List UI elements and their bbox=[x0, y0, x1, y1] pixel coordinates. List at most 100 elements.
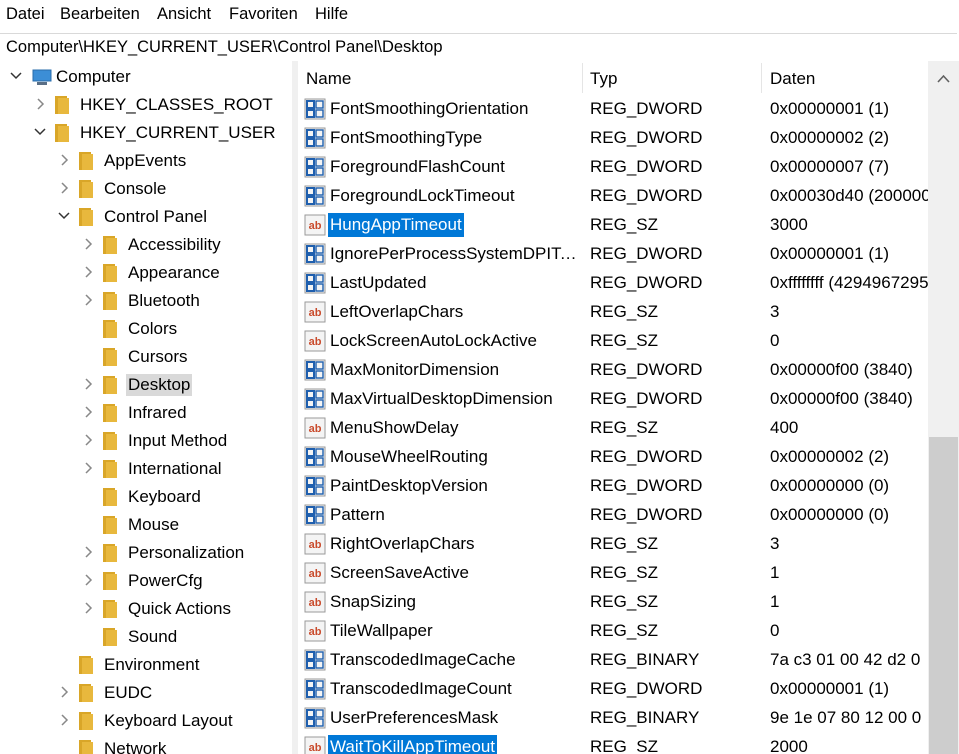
chevron-right-icon[interactable] bbox=[80, 292, 96, 308]
tree-item-keyboard[interactable]: Keyboard bbox=[80, 484, 292, 510]
tree-item-bluetooth[interactable]: Bluetooth bbox=[80, 288, 292, 314]
chevron-down-icon[interactable] bbox=[8, 68, 24, 84]
table-row[interactable]: IgnorePerProcessSystemDPIToast REG_DWORD 0… bbox=[298, 240, 928, 269]
table-row[interactable]: Pattern REG_DWORD 0x00000000 (0) bbox=[298, 501, 928, 530]
table-row[interactable]: ab LockScreenAutoLockActive REG_SZ 0 bbox=[298, 327, 928, 356]
folder-icon bbox=[102, 291, 118, 311]
tree-item-input-method[interactable]: Input Method bbox=[80, 428, 292, 454]
tree-item-environment[interactable]: Environment bbox=[56, 652, 292, 678]
menu-item-datei[interactable]: Datei bbox=[6, 5, 45, 24]
folder-icon bbox=[54, 95, 70, 115]
address-bar[interactable]: Computer\HKEY_CURRENT_USER\Control Panel… bbox=[0, 33, 957, 62]
value-data: 7a c3 01 00 42 d2 0 bbox=[770, 650, 921, 669]
chevron-right-icon[interactable] bbox=[80, 460, 96, 476]
table-row[interactable]: ab RightOverlapChars REG_SZ 3 bbox=[298, 530, 928, 559]
chevron-right-icon[interactable] bbox=[32, 96, 48, 112]
chevron-right-icon[interactable] bbox=[80, 544, 96, 560]
table-row[interactable]: FontSmoothingType REG_DWORD 0x00000002 (2) bbox=[298, 124, 928, 153]
binary-value-icon bbox=[304, 185, 326, 207]
table-row[interactable]: MaxVirtualDesktopDimension REG_DWORD 0x000… bbox=[298, 385, 928, 414]
value-type: REG_SZ bbox=[590, 737, 659, 754]
chevron-down-icon[interactable] bbox=[56, 208, 72, 224]
tree-item-console[interactable]: Console bbox=[56, 176, 292, 202]
tree-item-hkey-classes-root[interactable]: HKEY_CLASSES_ROOT bbox=[32, 92, 292, 118]
menu-item-bearbeiten[interactable]: Bearbeiten bbox=[60, 5, 140, 24]
column-header-name[interactable]: Name bbox=[298, 61, 582, 95]
tree-item-network[interactable]: Network bbox=[56, 736, 292, 754]
chevron-right-icon[interactable] bbox=[56, 712, 72, 728]
menu-item-favoriten[interactable]: Favoriten bbox=[229, 5, 298, 24]
key-tree[interactable]: Computer HKEY_CLASSES_ROOT HKEY_CURRENT_US… bbox=[0, 61, 292, 754]
tree-item-accessibility[interactable]: Accessibility bbox=[80, 232, 292, 258]
value-name: LeftOverlapChars bbox=[330, 302, 464, 321]
chevron-right-icon[interactable] bbox=[80, 572, 96, 588]
value-type: REG_DWORD bbox=[590, 273, 703, 292]
chevron-right-icon[interactable] bbox=[80, 404, 96, 420]
menu-item-hilfe[interactable]: Hilfe bbox=[315, 5, 348, 24]
folder-icon bbox=[102, 515, 118, 535]
chevron-right-icon[interactable] bbox=[56, 180, 72, 196]
tree-item-quick-actions[interactable]: Quick Actions bbox=[80, 596, 292, 622]
table-row[interactable]: TranscodedImageCache REG_BINARY 7a c3 01 0… bbox=[298, 646, 928, 675]
table-row[interactable]: PaintDesktopVersion REG_DWORD 0x00000000 (… bbox=[298, 472, 928, 501]
table-row[interactable]: ForegroundFlashCount REG_DWORD 0x00000007 … bbox=[298, 153, 928, 182]
chevron-right-icon[interactable] bbox=[80, 600, 96, 616]
table-row[interactable]: ab ScreenSaveActive REG_SZ 1 bbox=[298, 559, 928, 588]
tree-item-cursors[interactable]: Cursors bbox=[80, 344, 292, 370]
table-row[interactable]: UserPreferencesMask REG_BINARY 9e 1e 07 80… bbox=[298, 704, 928, 733]
table-row[interactable]: ab TileWallpaper REG_SZ 0 bbox=[298, 617, 928, 646]
address-path[interactable]: Computer\HKEY_CURRENT_USER\Control Panel… bbox=[6, 38, 443, 57]
table-row[interactable]: MaxMonitorDimension REG_DWORD 0x00000f00 (… bbox=[298, 356, 928, 385]
tree-item-computer[interactable]: Computer bbox=[8, 64, 292, 90]
svg-text:ab: ab bbox=[309, 220, 322, 232]
table-row[interactable]: ab LeftOverlapChars REG_SZ 3 bbox=[298, 298, 928, 327]
binary-value-icon bbox=[304, 127, 326, 149]
tree-item-eudc[interactable]: EUDC bbox=[56, 680, 292, 706]
tree-item-keyboard-layout[interactable]: Keyboard Layout bbox=[56, 708, 292, 734]
chevron-right-icon[interactable] bbox=[80, 432, 96, 448]
scroll-thumb[interactable] bbox=[929, 437, 958, 754]
folder-icon bbox=[78, 151, 94, 171]
table-row[interactable]: ab SnapSizing REG_SZ 1 bbox=[298, 588, 928, 617]
chevron-right-icon[interactable] bbox=[56, 152, 72, 168]
tree-item-international[interactable]: International bbox=[80, 456, 292, 482]
tree-item-hkey-current-user[interactable]: HKEY_CURRENT_USER bbox=[32, 120, 292, 146]
value-type: REG_BINARY bbox=[590, 708, 700, 727]
table-row[interactable]: ab WaitToKillAppTimeout REG_SZ 2000 bbox=[298, 733, 928, 754]
tree-item-label: Bluetooth bbox=[128, 291, 200, 310]
chevron-right-icon[interactable] bbox=[56, 684, 72, 700]
table-row[interactable]: TranscodedImageCount REG_DWORD 0x00000001 … bbox=[298, 675, 928, 704]
tree-item-sound[interactable]: Sound bbox=[80, 624, 292, 650]
tree-item-personalization[interactable]: Personalization bbox=[80, 540, 292, 566]
column-title-name: Name bbox=[306, 69, 352, 88]
chevron-down-icon[interactable] bbox=[32, 124, 48, 140]
tree-item-powercfg[interactable]: PowerCfg bbox=[80, 568, 292, 594]
values-list[interactable]: Name Typ Daten FontSmoothingOrientation R… bbox=[298, 61, 959, 754]
folder-icon bbox=[78, 179, 94, 199]
table-row[interactable]: LastUpdated REG_DWORD 0xffffffff (42949672… bbox=[298, 269, 928, 298]
column-header-data[interactable]: Daten bbox=[762, 61, 928, 95]
tree-item-mouse[interactable]: Mouse bbox=[80, 512, 292, 538]
tree-item-appevents[interactable]: AppEvents bbox=[56, 148, 292, 174]
tree-item-appearance[interactable]: Appearance bbox=[80, 260, 292, 286]
value-name: TileWallpaper bbox=[330, 621, 433, 640]
chevron-right-icon[interactable] bbox=[80, 264, 96, 280]
binary-value-icon bbox=[304, 475, 326, 497]
menu-item-ansicht[interactable]: Ansicht bbox=[157, 5, 211, 24]
table-row[interactable]: ab HungAppTimeout REG_SZ 3000 bbox=[298, 211, 928, 240]
chevron-right-icon[interactable] bbox=[80, 236, 96, 252]
tree-item-label: Environment bbox=[104, 655, 200, 674]
tree-item-desktop[interactable]: Desktop bbox=[80, 372, 292, 398]
vertical-scrollbar[interactable] bbox=[928, 61, 959, 754]
column-header-type[interactable]: Typ bbox=[583, 61, 761, 95]
tree-item-infrared[interactable]: Infrared bbox=[80, 400, 292, 426]
tree-item-colors[interactable]: Colors bbox=[80, 316, 292, 342]
table-row[interactable]: ab MenuShowDelay REG_SZ 400 bbox=[298, 414, 928, 443]
table-row[interactable]: FontSmoothingOrientation REG_DWORD 0x00000… bbox=[298, 95, 928, 124]
table-row[interactable]: MouseWheelRouting REG_DWORD 0x00000002 (2) bbox=[298, 443, 928, 472]
tree-item-control-panel[interactable]: Control Panel bbox=[56, 204, 292, 230]
scroll-up-button[interactable] bbox=[928, 61, 959, 95]
folder-icon bbox=[102, 319, 118, 339]
chevron-right-icon[interactable] bbox=[80, 376, 96, 392]
table-row[interactable]: ForegroundLockTimeout REG_DWORD 0x00030d40… bbox=[298, 182, 928, 211]
